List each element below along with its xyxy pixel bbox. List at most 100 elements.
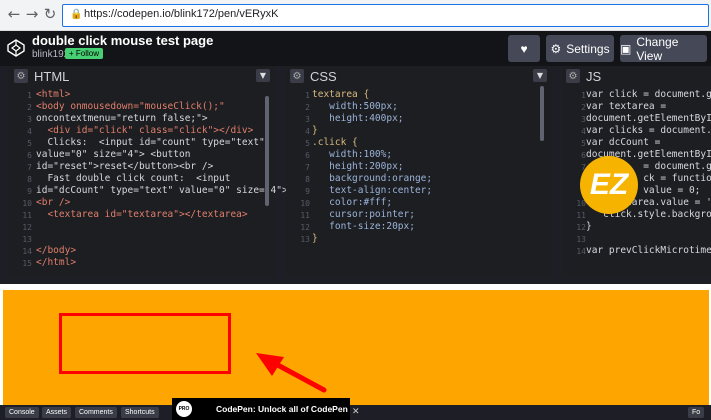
follow-button[interactable]: + Follow <box>65 48 104 59</box>
code-line: <div id="click" class="click"></div> <box>36 125 254 136</box>
url-text: https://codepen.io/blink172/pen/vERyxK <box>84 8 279 20</box>
line-number: 5 <box>581 139 586 148</box>
promo-text: CodePen: Unlock all of CodePen <box>216 404 348 414</box>
editor-scrollbar[interactable] <box>540 86 544 141</box>
line-number: 8 <box>27 175 32 184</box>
forward-arrow-icon[interactable]: → <box>24 6 40 22</box>
line-number: 10 <box>22 199 32 208</box>
address-bar[interactable]: 🔒 https://codepen.io/blink172/pen/vERyxK <box>62 4 709 27</box>
pen-title[interactable]: double click mouse test page <box>32 33 213 48</box>
line-number: 5 <box>27 139 32 148</box>
html-panel-header: ⚙ HTML <box>14 68 69 84</box>
line-number: 13 <box>576 235 586 244</box>
code-line: oncontextmenu="return false;"> <box>36 113 208 124</box>
css-settings-gear-icon[interactable]: ⚙ <box>290 69 304 83</box>
css-code[interactable]: 1 2 3 4 5 6 7 8 9 10 11 12 13 textarea { width:500px;… <box>286 86 552 278</box>
html-code[interactable]: 1 2 3 4 5 6 7 8 9 10 11 12 13 14 15 <html> <body onmouse… <box>8 86 288 278</box>
console-button[interactable]: Console <box>5 407 39 418</box>
codepen-header: double click mouse test page blink192 + … <box>0 31 711 66</box>
js-panel-title: JS <box>586 68 602 84</box>
line-number: 10 <box>300 199 310 208</box>
lock-icon: 🔒 <box>70 9 83 20</box>
css-panel-header: ⚙ CSS <box>290 68 337 84</box>
author-name[interactable]: blink192 <box>32 49 69 60</box>
code-line: <br /> <box>36 197 71 208</box>
code-line: var click = document.getEle <box>586 89 711 100</box>
code-line: document.getElementById('te <box>586 113 711 124</box>
close-icon[interactable]: ✕ <box>352 407 360 418</box>
browser-toolbar: ← → ↻ 🔒 https://codepen.io/blink172/pen/… <box>0 0 711 31</box>
line-number: 7 <box>305 163 310 172</box>
line-number: 1 <box>581 91 586 100</box>
line-number: 6 <box>27 151 32 160</box>
code-line: height:400px; <box>312 113 404 124</box>
code-line: var prevClickMicrotime = mi <box>586 245 711 256</box>
code-line: width:500px; <box>312 101 398 112</box>
code-line: text-align:center; <box>312 185 433 196</box>
reload-icon[interactable]: ↻ <box>42 6 58 22</box>
line-number: 10 <box>576 199 586 208</box>
line-number: 3 <box>305 115 310 124</box>
line-number: 3 <box>581 115 586 124</box>
code-line: var dcCount = <box>586 137 661 148</box>
code-line: width:100%; <box>312 149 393 160</box>
line-number: 1 <box>305 91 310 100</box>
red-arrow-icon <box>256 353 327 393</box>
line-number: 14 <box>576 247 586 256</box>
line-number: 14 <box>22 247 32 256</box>
back-arrow-icon[interactable]: ← <box>6 6 22 22</box>
heart-button[interactable]: ♥ <box>508 35 540 62</box>
settings-button[interactable]: ⚙ Settings <box>546 35 614 62</box>
line-number: 11 <box>300 211 310 220</box>
codepen-logo-icon[interactable] <box>6 38 26 58</box>
line-number: 12 <box>300 223 310 232</box>
code-line: .click { <box>312 137 358 148</box>
css-collapse-chevron-icon[interactable]: ▼ <box>533 69 547 82</box>
code-line: Clicks: <input id="count" type="text" <box>36 137 265 148</box>
line-number: 4 <box>581 127 586 136</box>
line-number: 4 <box>27 127 32 136</box>
css-line-number-gutter: 1 2 3 4 5 6 7 8 9 10 11 12 13 <box>286 86 314 278</box>
line-number: 3 <box>27 115 32 124</box>
comments-button[interactable]: Comments <box>75 407 117 418</box>
line-number: 8 <box>305 175 310 184</box>
codepen-bottom-bar: Console Assets Comments Shortcuts ✕ Fo <box>0 405 711 420</box>
code-line: } <box>312 125 318 136</box>
line-number: 6 <box>305 151 310 160</box>
pro-badge-icon: PRO <box>176 401 192 417</box>
gear-icon: ⚙ <box>550 41 562 56</box>
pro-promo-banner[interactable]: PRO CodePen: Unlock all of CodePen <box>172 398 350 420</box>
change-view-button[interactable]: ▣ Change View <box>620 35 707 63</box>
assets-button[interactable]: Assets <box>42 407 72 418</box>
code-line: background:orange; <box>312 173 433 184</box>
shortcuts-button[interactable]: Shortcuts <box>121 407 159 418</box>
js-settings-gear-icon[interactable]: ⚙ <box>566 69 580 83</box>
code-line: cursor:pointer; <box>312 209 415 220</box>
code-line: textarea { <box>312 89 370 100</box>
line-number: 4 <box>305 127 310 136</box>
code-line: </html> <box>36 257 77 268</box>
html-panel-title: HTML <box>34 68 70 84</box>
code-line: font-size:20px; <box>312 221 415 232</box>
line-number: 9 <box>305 187 310 196</box>
line-number: 12 <box>576 223 586 232</box>
ez-watermark-logo: EZ <box>580 156 638 214</box>
code-line: } <box>586 221 592 232</box>
line-number: 11 <box>576 211 586 220</box>
code-line: id="dcCount" type="text" value="0" size=… <box>36 185 288 196</box>
line-number: 6 <box>581 151 586 160</box>
html-collapse-chevron-icon[interactable]: ▼ <box>256 69 270 82</box>
code-line: <textarea id="textarea"></textarea> <box>36 209 248 220</box>
editor-scrollbar[interactable] <box>265 96 269 206</box>
line-number: 2 <box>305 103 310 112</box>
html-settings-gear-icon[interactable]: ⚙ <box>14 69 28 83</box>
fork-button[interactable]: Fo <box>688 407 705 418</box>
css-panel-title: CSS <box>310 68 337 84</box>
heart-icon: ♥ <box>520 41 528 56</box>
code-line: <body onmousedown="mouseClick();" <box>36 101 225 112</box>
code-line: value="0" size="4"> <button <box>36 149 191 160</box>
css-editor-panel: ⚙ CSS ▼ 1 2 3 4 5 6 7 8 9 10 11 12 13 textarea { widt… <box>286 66 552 278</box>
layout-icon: ▣ <box>620 41 632 56</box>
html-editor-panel: ⚙ HTML ▼ 1 2 3 4 5 6 7 8 9 10 11 12 13 14 15 <html> <bod… <box>8 66 288 278</box>
code-line: var textarea = <box>586 101 667 112</box>
